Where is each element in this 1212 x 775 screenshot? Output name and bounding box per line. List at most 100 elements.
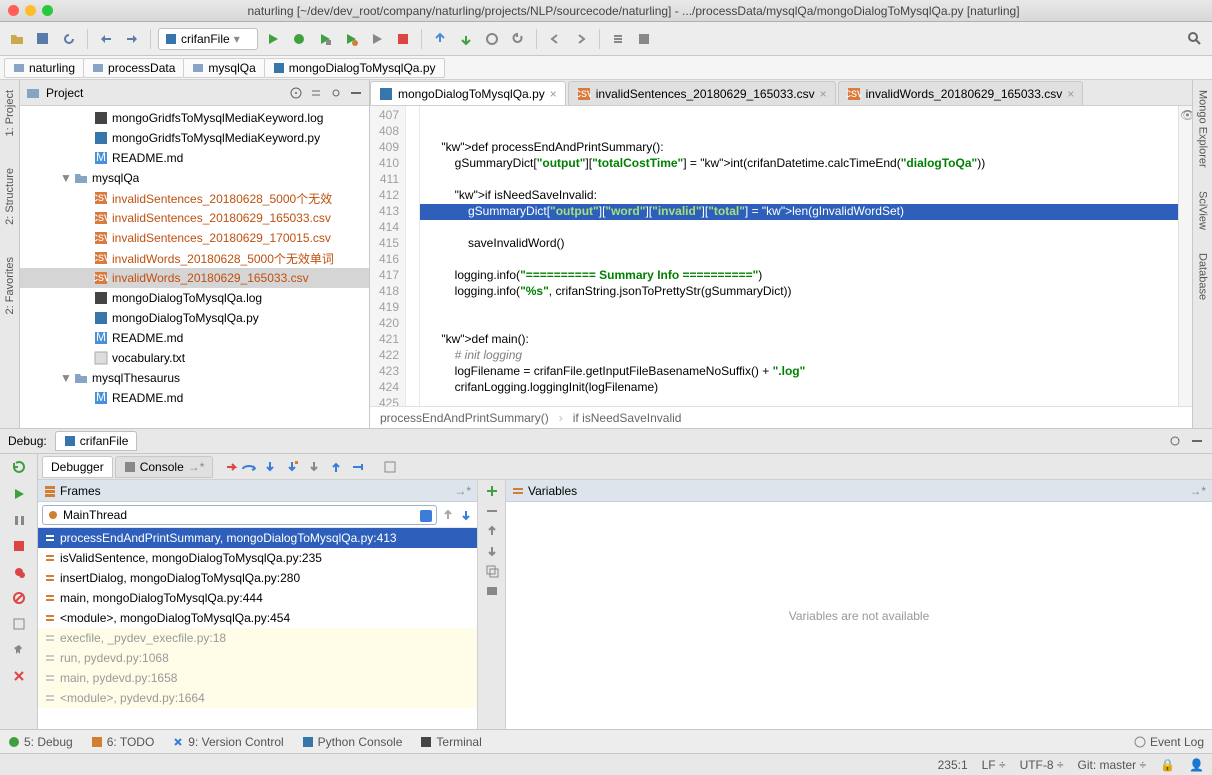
pause-icon[interactable] — [9, 510, 29, 530]
restore-icon[interactable]: →* — [454, 484, 471, 498]
event-log[interactable]: Event Log — [1134, 735, 1204, 749]
step-over-icon[interactable] — [241, 460, 261, 474]
undo-icon[interactable] — [95, 28, 117, 50]
ide-update-icon[interactable] — [633, 28, 655, 50]
fold-gutter[interactable] — [406, 106, 420, 406]
breadcrumb-item[interactable]: mongoDialogToMysqlQa.py — [264, 58, 445, 78]
tree-item[interactable]: csvinvalidWords_20180629_165033.csv — [20, 268, 369, 288]
tool-tab-favorites[interactable]: 2: Favorites — [2, 251, 18, 320]
breadcrumb-item[interactable]: mysqlQa — [183, 58, 264, 78]
scope-crumb[interactable]: if isNeedSaveInvalid — [573, 411, 682, 425]
forward-icon[interactable] — [570, 28, 592, 50]
locate-icon[interactable] — [289, 86, 303, 100]
redo-icon[interactable] — [121, 28, 143, 50]
tree-item[interactable]: csvinvalidSentences_20180629_165033.csv — [20, 208, 369, 228]
close-tab-icon[interactable]: × — [820, 87, 827, 101]
force-step-icon[interactable] — [307, 460, 327, 474]
step-out-icon[interactable] — [329, 460, 349, 474]
coverage-icon[interactable] — [314, 28, 336, 50]
stack-frame[interactable]: <module>, mongoDialogToMysqlQa.py:454 — [38, 608, 477, 628]
stop-icon[interactable] — [392, 28, 414, 50]
inspection-eye-icon[interactable]: 👁 — [1180, 108, 1192, 122]
editor-tab[interactable]: mongoDialogToMysqlQa.py× — [370, 81, 566, 105]
tree-item[interactable]: csvinvalidWords_20180628_5000个无效单词 — [20, 248, 369, 268]
tree-item[interactable]: MREADME.md — [20, 328, 369, 348]
run-config-selector[interactable]: crifanFile ▾ — [158, 28, 258, 50]
tree-item[interactable]: ▼mysqlThesaurus — [20, 368, 369, 388]
debug-config-tab[interactable]: crifanFile — [55, 431, 138, 451]
console-tab[interactable]: Console→* — [115, 456, 214, 478]
tool-tab-mongo[interactable]: Mongo Explorer — [1195, 86, 1211, 172]
watch-up-icon[interactable] — [485, 524, 499, 538]
attach-icon[interactable] — [366, 28, 388, 50]
rerun-icon[interactable] — [9, 458, 29, 478]
vcs-history-icon[interactable] — [481, 28, 503, 50]
tree-item[interactable]: mongoGridfsToMysqlMediaKeyword.log — [20, 108, 369, 128]
mute-breakpoints-icon[interactable] — [9, 588, 29, 608]
close-debug-icon[interactable] — [9, 666, 29, 686]
stack-frame[interactable]: insertDialog, mongoDialogToMysqlQa.py:28… — [38, 568, 477, 588]
tree-item[interactable]: mongoDialogToMysqlQa.log — [20, 288, 369, 308]
profile-icon[interactable] — [340, 28, 362, 50]
gear-icon[interactable] — [329, 86, 343, 100]
debugger-tab[interactable]: Debugger — [42, 456, 113, 478]
editor-tab[interactable]: csvinvalidSentences_20180629_165033.csv× — [568, 81, 836, 105]
stack-frame[interactable]: isValidSentence, mongoDialogToMysqlQa.py… — [38, 548, 477, 568]
hide-icon[interactable] — [349, 86, 363, 100]
close-tab-icon[interactable]: × — [1067, 87, 1074, 101]
zoom-window-icon[interactable] — [42, 5, 53, 16]
tool-todo[interactable]: 6: TODO — [91, 735, 155, 749]
hector-icon[interactable]: 👤 — [1189, 758, 1204, 772]
breadcrumb-item[interactable]: naturling — [4, 58, 84, 78]
new-watch-icon[interactable] — [485, 484, 499, 498]
debug-hide-icon[interactable] — [1190, 434, 1204, 448]
project-tree[interactable]: mongoGridfsToMysqlMediaKeyword.logmongoG… — [20, 106, 369, 428]
tool-tab-database[interactable]: Database — [1195, 249, 1211, 304]
remove-watch-icon[interactable] — [485, 504, 499, 518]
tree-item[interactable]: MREADME.md — [20, 388, 369, 408]
run-to-cursor-icon[interactable] — [351, 460, 371, 474]
tool-tab-structure[interactable]: 2: Structure — [2, 162, 18, 231]
search-everywhere-icon[interactable] — [1184, 28, 1206, 50]
editor-tab[interactable]: csvinvalidWords_20180629_165033.csv× — [838, 81, 1084, 105]
stack-frame[interactable]: main, pydevd.py:1658 — [38, 668, 477, 688]
settings-icon[interactable] — [607, 28, 629, 50]
vcs-commit-icon[interactable] — [455, 28, 477, 50]
git-branch[interactable]: Git: master ÷ — [1077, 758, 1146, 772]
resume-icon[interactable] — [9, 484, 29, 504]
tool-debug[interactable]: 5: Debug — [8, 735, 73, 749]
vcs-update-icon[interactable] — [429, 28, 451, 50]
minimize-window-icon[interactable] — [25, 5, 36, 16]
error-stripe[interactable]: 👁 — [1178, 106, 1192, 406]
open-icon[interactable] — [6, 28, 28, 50]
stop-debug-icon[interactable] — [9, 536, 29, 556]
tree-item[interactable]: vocabulary.txt — [20, 348, 369, 368]
prev-frame-icon[interactable] — [441, 508, 455, 522]
tool-tab-sciview[interactable]: SciView — [1195, 187, 1211, 234]
close-window-icon[interactable] — [8, 5, 19, 16]
tool-tab-project[interactable]: 1: Project — [2, 84, 18, 142]
tree-item[interactable]: ▼mysqlQa — [20, 168, 369, 188]
back-icon[interactable] — [544, 28, 566, 50]
encoding[interactable]: UTF-8 ÷ — [1020, 758, 1064, 772]
thread-selector[interactable]: MainThread — [42, 505, 437, 525]
next-frame-icon[interactable] — [459, 508, 473, 522]
pin-icon[interactable] — [9, 640, 29, 660]
lock-icon[interactable]: 🔒 — [1160, 758, 1175, 772]
show-watches-icon[interactable] — [485, 584, 499, 598]
tool-terminal[interactable]: Terminal — [420, 735, 481, 749]
caret-position[interactable]: 235:1 — [938, 758, 968, 772]
show-exec-icon[interactable] — [225, 460, 239, 474]
stack-frame[interactable]: run, pydevd.py:1068 — [38, 648, 477, 668]
debug-icon[interactable] — [288, 28, 310, 50]
restore-vars-icon[interactable]: →* — [1189, 484, 1206, 498]
copy-icon[interactable] — [485, 564, 499, 578]
tool-vcs[interactable]: 9: Version Control — [172, 735, 283, 749]
tool-python-console[interactable]: Python Console — [302, 735, 403, 749]
step-into-icon[interactable] — [263, 460, 283, 474]
code-editor[interactable]: "kw">def processEndAndPrintSummary(): gS… — [420, 106, 1178, 406]
tree-item[interactable]: mongoGridfsToMysqlMediaKeyword.py — [20, 128, 369, 148]
step-into-my-icon[interactable] — [285, 460, 305, 474]
stack-frame[interactable]: processEndAndPrintSummary, mongoDialogTo… — [38, 528, 477, 548]
line-separator[interactable]: LF ÷ — [982, 758, 1006, 772]
